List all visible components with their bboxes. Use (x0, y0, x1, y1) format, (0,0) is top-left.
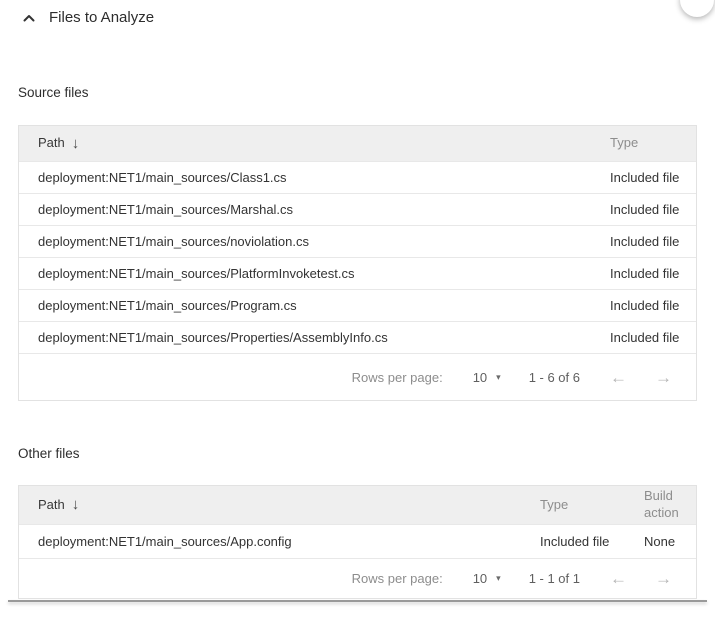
table-row: deployment:NET1/main_sources/Marshal.cs … (19, 193, 696, 225)
next-page-button[interactable]: → (655, 570, 672, 587)
column-header-path[interactable]: Path ↓ (19, 497, 540, 514)
previous-page-button[interactable]: ← (610, 369, 627, 386)
floating-action-button[interactable] (680, 0, 714, 17)
column-header-type[interactable]: Type (540, 497, 644, 514)
rows-per-page-value: 10 (473, 571, 487, 586)
path-cell: deployment:NET1/main_sources/Marshal.cs (19, 202, 610, 217)
sort-desc-icon: ↓ (72, 497, 80, 512)
section-bottom-divider (8, 600, 707, 602)
rows-per-page-label: Rows per page: (352, 370, 443, 385)
files-to-analyze-header[interactable]: Files to Analyze (23, 9, 154, 26)
type-cell: Included file (610, 170, 696, 185)
previous-page-button[interactable]: ← (610, 570, 627, 587)
table-pagination: Rows per page: 10 ▾ 1 - 1 of 1 ← → (19, 558, 696, 598)
type-cell: Included file (610, 202, 696, 217)
path-cell: deployment:NET1/main_sources/Program.cs (19, 298, 610, 313)
path-cell: deployment:NET1/main_sources/Properties/… (19, 330, 610, 345)
table-row: deployment:NET1/main_sources/noviolation… (19, 225, 696, 257)
column-header-build-action[interactable]: Build action (644, 488, 696, 522)
next-page-button[interactable]: → (655, 369, 672, 386)
path-cell: deployment:NET1/main_sources/Class1.cs (19, 170, 610, 185)
build-action-cell: None (644, 534, 696, 549)
rows-per-page-label: Rows per page: (352, 571, 443, 586)
dropdown-caret-icon: ▾ (496, 372, 501, 383)
type-cell: Included file (610, 330, 696, 345)
path-cell: deployment:NET1/main_sources/noviolation… (19, 234, 610, 249)
column-header-path-label: Path (38, 135, 65, 152)
table-header-row: Path ↓ Type Build action (19, 486, 696, 524)
section-title: Files to Analyze (49, 9, 154, 26)
table-row: deployment:NET1/main_sources/Properties/… (19, 321, 696, 353)
type-cell: Included file (610, 298, 696, 313)
type-cell: Included file (610, 266, 696, 281)
column-header-type[interactable]: Type (610, 135, 696, 152)
type-cell: Included file (610, 234, 696, 249)
sort-desc-icon: ↓ (72, 136, 80, 151)
type-cell: Included file (540, 534, 644, 549)
rows-per-page-select[interactable]: 10 ▾ (473, 571, 501, 586)
other-files-table: Path ↓ Type Build action deployment:NET1… (18, 485, 697, 599)
column-header-path-label: Path (38, 497, 65, 514)
table-row: deployment:NET1/main_sources/Program.cs … (19, 289, 696, 321)
table-pagination: Rows per page: 10 ▾ 1 - 6 of 6 ← → (19, 353, 696, 400)
other-files-label: Other files (18, 446, 80, 461)
chevron-up-icon (23, 14, 35, 22)
source-files-label: Source files (18, 85, 89, 100)
table-row: deployment:NET1/main_sources/PlatformInv… (19, 257, 696, 289)
rows-per-page-select[interactable]: 10 ▾ (473, 370, 501, 385)
table-row: deployment:NET1/main_sources/App.config … (19, 524, 696, 558)
source-files-table: Path ↓ Type deployment:NET1/main_sources… (18, 125, 697, 401)
path-cell: deployment:NET1/main_sources/PlatformInv… (19, 266, 610, 281)
page-range-label: 1 - 1 of 1 (529, 571, 580, 586)
table-row: deployment:NET1/main_sources/Class1.cs I… (19, 161, 696, 193)
table-header-row: Path ↓ Type (19, 126, 696, 161)
page-range-label: 1 - 6 of 6 (529, 370, 580, 385)
path-cell: deployment:NET1/main_sources/App.config (19, 534, 540, 549)
column-header-path[interactable]: Path ↓ (19, 135, 610, 152)
dropdown-caret-icon: ▾ (496, 573, 501, 584)
rows-per-page-value: 10 (473, 370, 487, 385)
